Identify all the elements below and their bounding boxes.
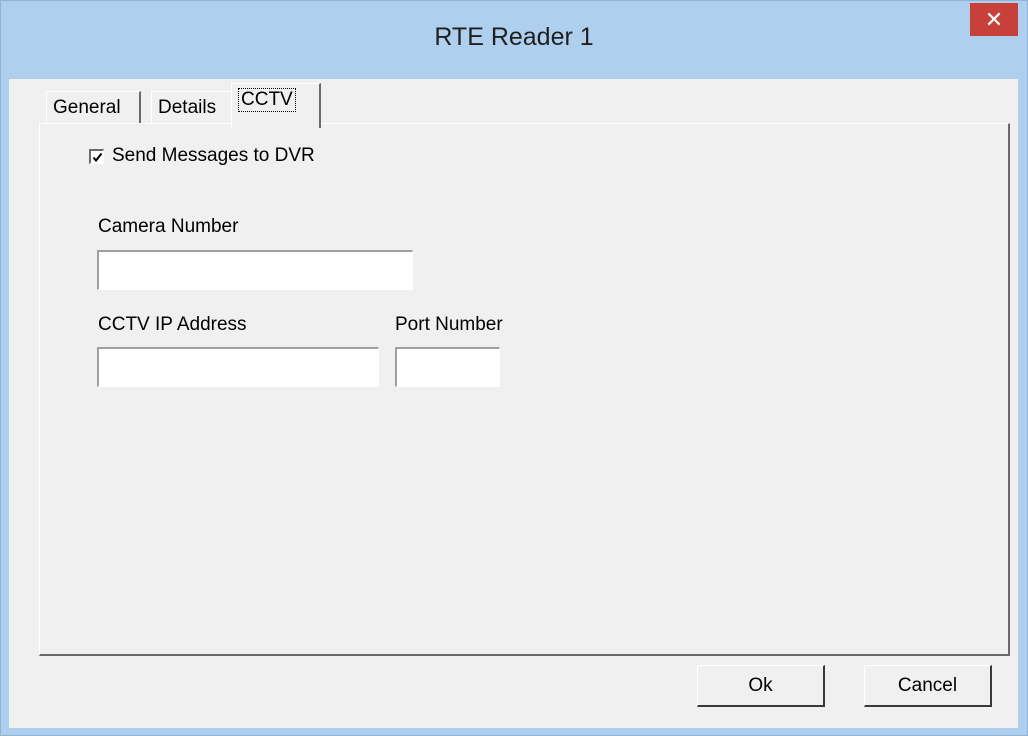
cancel-button[interactable]: Cancel: [864, 665, 992, 707]
tab-cctv-label: CCTV: [238, 88, 296, 112]
send-messages-checkbox[interactable]: [89, 148, 104, 164]
tab-details[interactable]: Details: [151, 91, 236, 126]
close-button[interactable]: ✕: [970, 3, 1018, 36]
ip-address-input[interactable]: [97, 347, 379, 387]
window-title: RTE Reader 1: [434, 23, 594, 51]
camera-number-label: Camera Number: [98, 216, 239, 237]
port-number-label: Port Number: [395, 314, 503, 335]
close-icon: ✕: [984, 7, 1004, 32]
dialog-window: RTE Reader 1 ✕ General Details CCTV Send…: [0, 0, 1028, 736]
tab-cctv[interactable]: CCTV: [231, 83, 321, 128]
ip-address-label: CCTV IP Address: [98, 314, 247, 335]
tab-general-label: General: [53, 97, 121, 118]
cctv-tab-panel: Send Messages to DVR Camera Number CCTV …: [39, 123, 1010, 656]
checkmark-icon: [92, 152, 103, 162]
dialog-client-area: General Details CCTV Send Messages to DV…: [9, 79, 1018, 728]
ok-button[interactable]: Ok: [697, 665, 825, 707]
port-number-input[interactable]: [395, 347, 500, 387]
send-messages-label: Send Messages to DVR: [112, 145, 315, 166]
tab-details-label: Details: [158, 97, 217, 118]
camera-number-input[interactable]: [97, 250, 413, 290]
send-messages-checkbox-row[interactable]: Send Messages to DVR: [89, 144, 315, 168]
tab-general[interactable]: General: [46, 91, 141, 126]
title-bar[interactable]: RTE Reader 1 ✕: [1, 1, 1027, 79]
